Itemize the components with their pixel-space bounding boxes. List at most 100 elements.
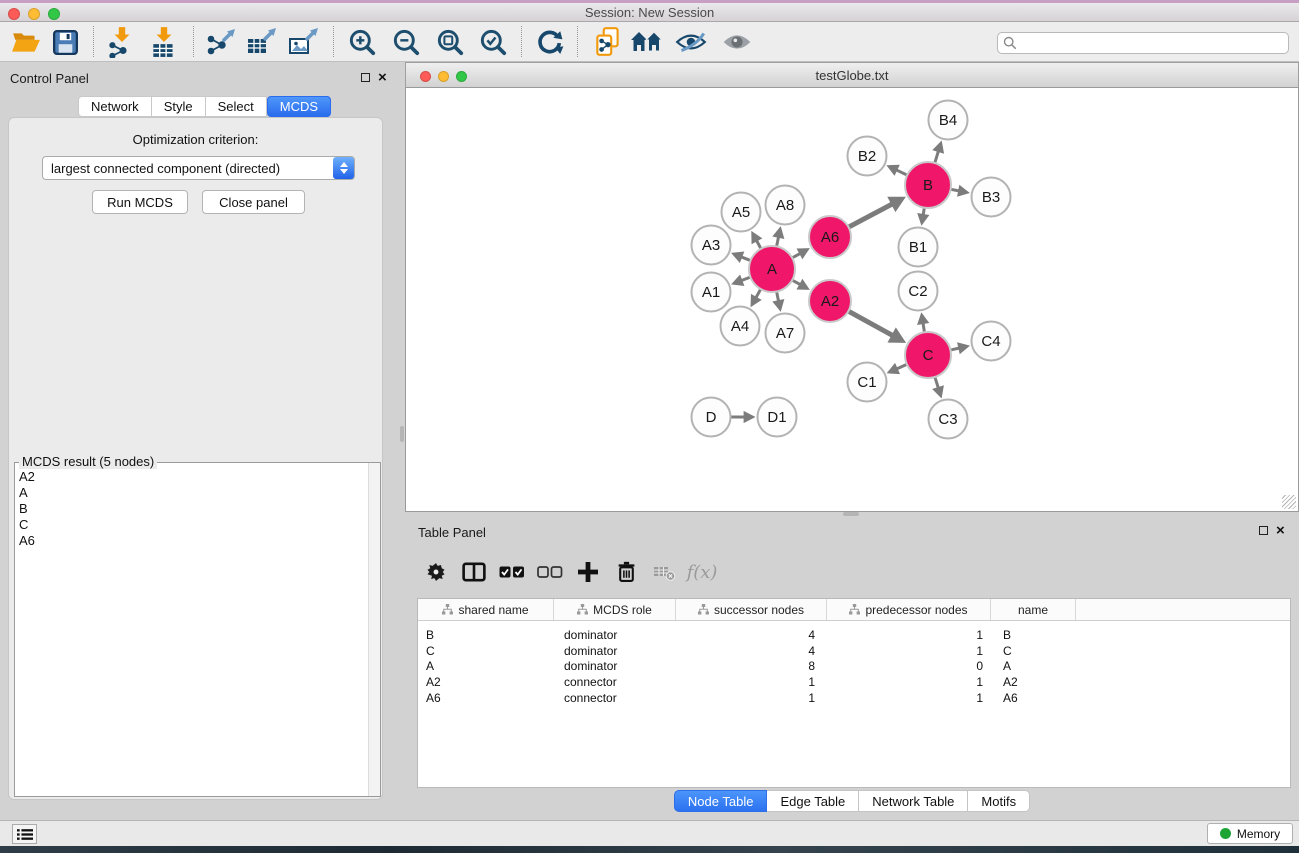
export-table-button[interactable] bbox=[244, 24, 280, 60]
zoom-selected-button[interactable] bbox=[475, 24, 511, 60]
network-window-titlebar[interactable]: testGlobe.txt bbox=[405, 62, 1299, 88]
graph-node-label: C3 bbox=[938, 411, 957, 428]
refresh-button[interactable] bbox=[531, 24, 567, 60]
table-row[interactable]: A6 connector 1 1 A6 bbox=[418, 690, 1290, 706]
function-builder-button[interactable]: f(x) bbox=[683, 552, 721, 592]
criterion-dropdown[interactable]: largest connected component (directed) bbox=[42, 156, 355, 180]
add-row-button[interactable] bbox=[569, 552, 607, 592]
resize-grip-icon[interactable] bbox=[1282, 495, 1296, 509]
graph-edge-arrow bbox=[917, 213, 929, 226]
tree-icon bbox=[577, 604, 588, 615]
import-network-button[interactable] bbox=[104, 24, 140, 60]
graph-node-label: B2 bbox=[858, 148, 876, 165]
column-header-successor-nodes[interactable]: successor nodes bbox=[676, 599, 827, 620]
horizontal-splitter-handle[interactable] bbox=[843, 512, 859, 516]
show-column-button[interactable] bbox=[455, 552, 493, 592]
graph-edge-A2-C[interactable] bbox=[847, 310, 893, 336]
tab-motifs[interactable]: Motifs bbox=[968, 790, 1030, 812]
tab-mcds[interactable]: MCDS bbox=[267, 96, 331, 117]
graph-node-label: C4 bbox=[981, 333, 1000, 350]
graph-edge-arrow bbox=[772, 226, 784, 239]
export-image-button[interactable] bbox=[286, 24, 322, 60]
memory-button[interactable]: Memory bbox=[1207, 823, 1293, 844]
network-close-button[interactable] bbox=[420, 71, 431, 82]
result-item[interactable]: B bbox=[19, 501, 35, 517]
tab-network[interactable]: Network bbox=[78, 96, 152, 117]
close-window-button[interactable] bbox=[8, 8, 20, 20]
duplicate-network-button[interactable] bbox=[590, 24, 626, 60]
graph-edge-A6-B[interactable] bbox=[847, 204, 893, 228]
network-minimize-button[interactable] bbox=[438, 71, 449, 82]
table-row[interactable]: C dominator 4 1 C bbox=[418, 643, 1290, 659]
unchecked-boxes-icon bbox=[537, 566, 563, 579]
minimize-window-button[interactable] bbox=[28, 8, 40, 20]
desktop-strip-bottom bbox=[0, 846, 1299, 853]
search-input[interactable] bbox=[1021, 34, 1288, 52]
open-folder-icon bbox=[11, 29, 41, 55]
optimization-criterion-label: Optimization criterion: bbox=[8, 132, 383, 147]
app-titlebar: Session: New Session bbox=[0, 3, 1299, 22]
graph-edge-arrow bbox=[932, 385, 944, 398]
plus-icon bbox=[578, 562, 598, 582]
table-row[interactable]: B dominator 4 1 B bbox=[418, 627, 1290, 643]
tab-network-table[interactable]: Network Table bbox=[859, 790, 968, 812]
network-canvas[interactable]: B4B2BB3B1C2A5A8A6A3AA1A2A4A7C4CC1C3DD1 bbox=[405, 88, 1299, 512]
import-network-icon bbox=[106, 26, 138, 58]
task-history-button[interactable] bbox=[12, 824, 37, 844]
close-table-panel-icon[interactable]: × bbox=[1276, 526, 1285, 535]
table-settings-button[interactable] bbox=[417, 552, 455, 592]
graph-node-label: A3 bbox=[702, 237, 720, 254]
select-all-button[interactable] bbox=[493, 552, 531, 592]
duplicate-network-icon bbox=[594, 26, 622, 58]
show-all-button[interactable] bbox=[629, 24, 665, 60]
vertical-splitter-handle[interactable] bbox=[400, 426, 404, 442]
column-header-shared-name[interactable]: shared name bbox=[418, 599, 554, 620]
zoom-in-button[interactable] bbox=[344, 24, 380, 60]
result-item[interactable]: A6 bbox=[19, 533, 35, 549]
tab-edge-table[interactable]: Edge Table bbox=[767, 790, 859, 812]
table-row[interactable]: A dominator 8 0 A bbox=[418, 658, 1290, 674]
float-table-panel-icon[interactable] bbox=[1259, 526, 1268, 535]
column-header-name[interactable]: name bbox=[991, 599, 1076, 620]
zoom-out-button[interactable] bbox=[388, 24, 424, 60]
export-network-button[interactable] bbox=[204, 24, 240, 60]
table-row[interactable]: A2 connector 1 1 A2 bbox=[418, 674, 1290, 690]
close-panel-button[interactable]: Close panel bbox=[202, 190, 305, 214]
hide-selected-button[interactable] bbox=[673, 24, 709, 60]
column-header-mcds-role[interactable]: MCDS role bbox=[554, 599, 676, 620]
deselect-all-button[interactable] bbox=[531, 552, 569, 592]
tab-select[interactable]: Select bbox=[206, 96, 267, 117]
column-split-icon bbox=[462, 562, 486, 582]
tree-icon bbox=[442, 604, 453, 615]
node-table[interactable]: shared name MCDS role successor nodes pr… bbox=[417, 598, 1291, 788]
result-item[interactable]: A2 bbox=[19, 469, 35, 485]
save-floppy-icon bbox=[53, 30, 78, 55]
network-zoom-button[interactable] bbox=[456, 71, 467, 82]
result-scrollbar[interactable] bbox=[368, 463, 380, 796]
open-session-button[interactable] bbox=[8, 24, 44, 60]
graph-node-label: D1 bbox=[767, 409, 786, 426]
app-title: Session: New Session bbox=[585, 5, 714, 20]
mcds-result-list[interactable]: A2 A B C A6 bbox=[19, 469, 35, 549]
zoom-fit-button[interactable] bbox=[432, 24, 468, 60]
tab-node-table[interactable]: Node Table bbox=[674, 790, 768, 812]
tab-style[interactable]: Style bbox=[152, 96, 206, 117]
eye-slash-icon bbox=[675, 31, 707, 53]
search-box[interactable] bbox=[997, 32, 1289, 54]
delete-row-button[interactable] bbox=[607, 552, 645, 592]
result-item[interactable]: C bbox=[19, 517, 35, 533]
zoom-window-button[interactable] bbox=[48, 8, 60, 20]
column-header-predecessor-nodes[interactable]: predecessor nodes bbox=[827, 599, 991, 620]
import-table-button[interactable] bbox=[146, 24, 182, 60]
save-session-button[interactable] bbox=[47, 24, 83, 60]
show-eye-button[interactable] bbox=[719, 24, 755, 60]
result-item[interactable]: A bbox=[19, 485, 35, 501]
network-window-title: testGlobe.txt bbox=[816, 68, 889, 83]
network-window-controls[interactable] bbox=[420, 71, 467, 82]
delete-table-button[interactable] bbox=[645, 552, 683, 592]
close-panel-icon[interactable]: × bbox=[378, 73, 387, 82]
float-panel-icon[interactable] bbox=[361, 73, 370, 82]
window-controls[interactable] bbox=[8, 8, 60, 20]
network-graph[interactable]: B4B2BB3B1C2A5A8A6A3AA1A2A4A7C4CC1C3DD1 bbox=[406, 88, 1298, 509]
run-mcds-button[interactable]: Run MCDS bbox=[92, 190, 188, 214]
